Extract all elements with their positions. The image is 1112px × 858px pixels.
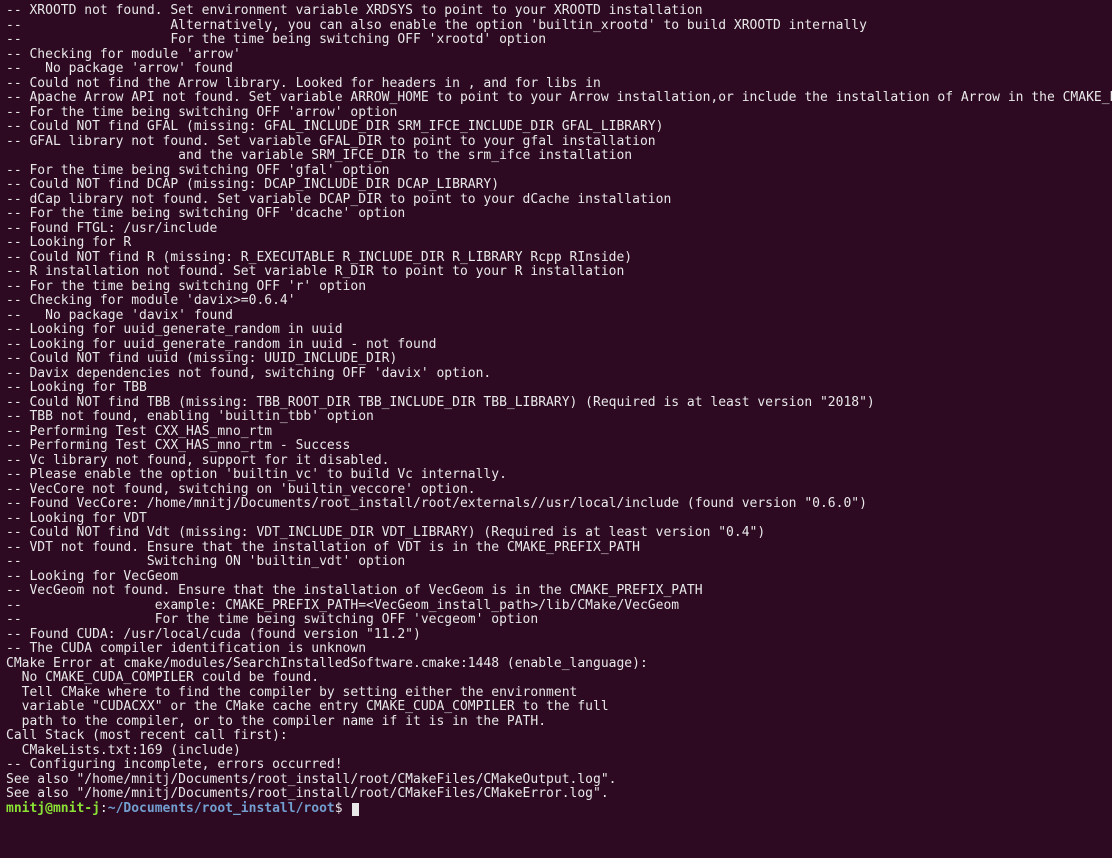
output-line: -- Please enable the option 'builtin_vc'… xyxy=(6,468,1106,483)
output-line: -- VecCore not found, switching on 'buil… xyxy=(6,483,1106,498)
output-line: -- Switching ON 'builtin_vdt' option xyxy=(6,555,1106,570)
output-line: -- Looking for uuid_generate_random in u… xyxy=(6,323,1106,338)
output-line: -- Could NOT find GFAL (missing: GFAL_IN… xyxy=(6,120,1106,135)
prompt-dollar: $ xyxy=(335,801,351,816)
cursor-icon xyxy=(352,803,359,816)
output-line: -- Looking for VecGeom xyxy=(6,570,1106,585)
output-line: -- Alternatively, you can also enable th… xyxy=(6,19,1106,34)
output-line: -- Configuring incomplete, errors occurr… xyxy=(6,758,1106,773)
output-line: -- example: CMAKE_PREFIX_PATH=<VecGeom_i… xyxy=(6,599,1106,614)
output-line: -- Vc library not found, support for it … xyxy=(6,454,1106,469)
shell-prompt[interactable]: mnitj@mnit-j:~/Documents/root_install/ro… xyxy=(6,802,1106,817)
output-line: -- Could NOT find Vdt (missing: VDT_INCL… xyxy=(6,526,1106,541)
output-line: See also "/home/mnitj/Documents/root_ins… xyxy=(6,787,1106,802)
output-line: -- TBB not found, enabling 'builtin_tbb'… xyxy=(6,410,1106,425)
output-line: -- No package 'davix' found xyxy=(6,309,1106,324)
output-line: -- dCap library not found. Set variable … xyxy=(6,193,1106,208)
output-line: -- VDT not found. Ensure that the instal… xyxy=(6,541,1106,556)
output-line: -- Could not find the Arrow library. Loo… xyxy=(6,77,1106,92)
output-line: -- Looking for uuid_generate_random in u… xyxy=(6,338,1106,353)
output-line: -- For the time being switching OFF 'dca… xyxy=(6,207,1106,222)
output-line: -- Davix dependencies not found, switchi… xyxy=(6,367,1106,382)
prompt-user-host: mnitj@mnit-j xyxy=(6,801,100,816)
output-line: -- Could NOT find R (missing: R_EXECUTAB… xyxy=(6,251,1106,266)
prompt-separator: : xyxy=(100,801,108,816)
output-line: path to the compiler, or to the compiler… xyxy=(6,715,1106,730)
prompt-path: ~/Documents/root_install/root xyxy=(108,801,335,816)
output-line: -- XROOTD not found. Set environment var… xyxy=(6,4,1106,19)
output-line: -- For the time being switching OFF 'xro… xyxy=(6,33,1106,48)
output-line: -- Checking for module 'davix>=0.6.4' xyxy=(6,294,1106,309)
output-line: -- Could NOT find DCAP (missing: DCAP_IN… xyxy=(6,178,1106,193)
output-line: -- VecGeom not found. Ensure that the in… xyxy=(6,584,1106,599)
output-line: -- No package 'arrow' found xyxy=(6,62,1106,77)
output-line: Tell CMake where to find the compiler by… xyxy=(6,686,1106,701)
output-line: CMakeLists.txt:169 (include) xyxy=(6,744,1106,759)
output-line: -- Looking for TBB xyxy=(6,381,1106,396)
output-line: -- Performing Test CXX_HAS_mno_rtm - Suc… xyxy=(6,439,1106,454)
output-line: -- Looking for VDT xyxy=(6,512,1106,527)
output-line: -- Found FTGL: /usr/include xyxy=(6,222,1106,237)
output-line: -- The CUDA compiler identification is u… xyxy=(6,642,1106,657)
output-line: Call Stack (most recent call first): xyxy=(6,729,1106,744)
output-line: No CMAKE_CUDA_COMPILER could be found. xyxy=(6,671,1106,686)
output-line: -- Checking for module 'arrow' xyxy=(6,48,1106,63)
output-line: -- Could NOT find uuid (missing: UUID_IN… xyxy=(6,352,1106,367)
output-line: -- Found VecCore: /home/mnitj/Documents/… xyxy=(6,497,1106,512)
output-line: See also "/home/mnitj/Documents/root_ins… xyxy=(6,773,1106,788)
output-line: -- Performing Test CXX_HAS_mno_rtm xyxy=(6,425,1106,440)
output-line: -- For the time being switching OFF 'r' … xyxy=(6,280,1106,295)
output-line: -- For the time being switching OFF 'gfa… xyxy=(6,164,1106,179)
output-line: -- GFAL library not found. Set variable … xyxy=(6,135,1106,150)
terminal-output[interactable]: -- XROOTD not found. Set environment var… xyxy=(0,0,1112,820)
output-line: -- For the time being switching OFF 'arr… xyxy=(6,106,1106,121)
output-line: -- Looking for R xyxy=(6,236,1106,251)
output-line: -- R installation not found. Set variabl… xyxy=(6,265,1106,280)
output-line: -- Could NOT find TBB (missing: TBB_ROOT… xyxy=(6,396,1106,411)
output-line: CMake Error at cmake/modules/SearchInsta… xyxy=(6,657,1106,672)
output-line: -- For the time being switching OFF 'vec… xyxy=(6,613,1106,628)
output-line: and the variable SRM_IFCE_DIR to the srm… xyxy=(6,149,1106,164)
output-line: -- Found CUDA: /usr/local/cuda (found ve… xyxy=(6,628,1106,643)
output-line: variable "CUDACXX" or the CMake cache en… xyxy=(6,700,1106,715)
output-line: -- Apache Arrow API not found. Set varia… xyxy=(6,91,1106,106)
